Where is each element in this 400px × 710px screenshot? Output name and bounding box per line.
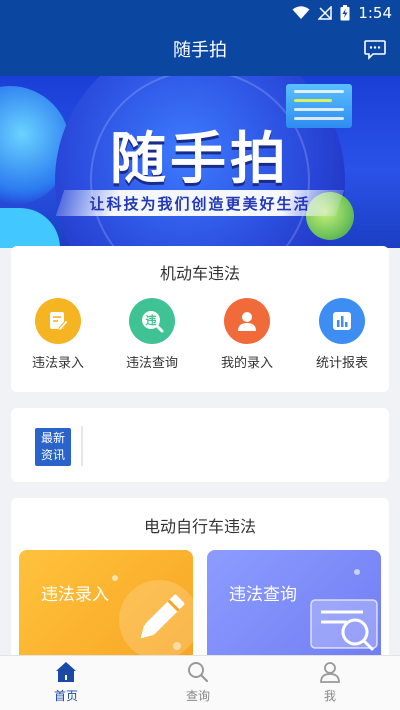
button-label: 违法录入 (41, 585, 109, 605)
bar-chart-icon (319, 298, 365, 344)
banner-decoration (0, 208, 60, 248)
document-search-icon (310, 569, 378, 652)
bottom-navigation: 首页 查询 我 (0, 655, 400, 710)
tab-me[interactable]: 我 (290, 660, 370, 704)
ebike-query-button[interactable]: 违法查询 (207, 550, 381, 670)
tab-query[interactable]: 查询 (158, 660, 238, 704)
pencil-icon (112, 575, 193, 660)
tab-label: 我 (323, 689, 336, 703)
promo-banner[interactable]: 随手拍 让科技为我们创造更美好生活 (0, 76, 400, 248)
motor-violation-card: 机动车违法 违法录入 违 违法查询 我的录入 统计报表 (11, 246, 389, 392)
section-title: 电动自行车违法 (143, 517, 256, 536)
my-records-button[interactable]: 我的录入 (200, 298, 294, 371)
status-bar: 1:54 (0, 0, 400, 26)
button-label: 违法录入 (31, 356, 84, 371)
violation-record-button[interactable]: 违法录入 (11, 298, 105, 371)
violation-query-button[interactable]: 违 违法查询 (105, 298, 199, 371)
page-title: 随手拍 (173, 40, 227, 61)
ebike-record-button[interactable]: 违法录入 (19, 550, 193, 670)
button-label: 违法查询 (125, 356, 178, 371)
tab-label: 首页 (53, 689, 78, 703)
violation-search-icon: 违 (129, 298, 175, 344)
section-title: 机动车违法 (159, 264, 240, 283)
divider (81, 426, 83, 466)
person-icon (320, 662, 340, 683)
ebike-violation-card: 电动自行车违法 违法录入 违法查询 (11, 498, 389, 670)
button-label: 统计报表 (315, 356, 368, 371)
button-label: 违法查询 (229, 585, 297, 605)
button-label: 我的录入 (220, 356, 273, 371)
banner-slogan: 让科技为我们创造更美好生活 (89, 195, 311, 213)
wifi-icon (292, 6, 310, 19)
statistics-report-button[interactable]: 统计报表 (295, 298, 389, 371)
chat-bubble-icon[interactable] (364, 40, 386, 60)
search-icon (188, 662, 209, 683)
tab-home[interactable]: 首页 (26, 660, 106, 704)
user-icon (224, 298, 270, 344)
news-badge: 最新 资讯 (35, 428, 71, 466)
violation-glyph: 违 (146, 313, 157, 327)
home-icon (56, 662, 76, 682)
app-header: 1:54 随手拍 (0, 0, 400, 76)
tab-label: 查询 (185, 689, 210, 703)
status-time: 1:54 (358, 4, 392, 22)
battery-charging-icon (340, 5, 350, 21)
news-badge-line: 资讯 (40, 448, 65, 462)
banner-title: 随手拍 (110, 127, 290, 192)
news-badge-line: 最新 (40, 431, 65, 445)
edit-note-icon (35, 298, 81, 344)
no-signal-icon (318, 6, 333, 20)
news-card[interactable]: 最新 资讯 (11, 408, 389, 482)
